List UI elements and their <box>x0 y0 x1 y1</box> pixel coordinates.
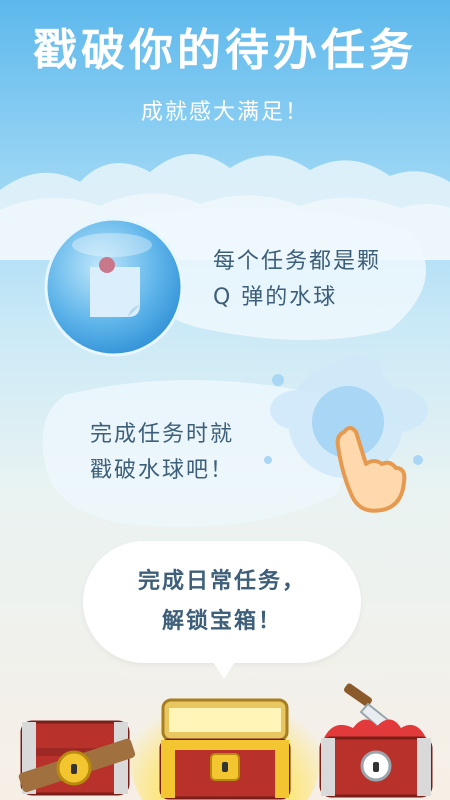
speech-line2: 解锁宝箱！ <box>161 609 282 634</box>
chest-knife-icon[interactable] <box>313 682 438 800</box>
water-bubble <box>44 217 184 357</box>
speech-line1: 完成日常任务， <box>137 569 306 594</box>
feature-bubble-line2: Q 弹的水球 <box>213 285 338 310</box>
pointing-hand-icon <box>335 426 407 513</box>
feature-pop-line1: 完成任务时就 <box>90 422 235 447</box>
speech-text: 完成日常任务， 解锁宝箱！ <box>83 562 361 642</box>
page-title: 戳破你的待办任务 <box>33 25 417 76</box>
pin-icon <box>99 257 115 273</box>
feature-pop-line2: 戳破水球吧！ <box>90 458 235 483</box>
feature-bubble-line1: 每个任务都是颗 <box>213 249 382 274</box>
feature-pop-text: 完成任务时就 戳破水球吧！ <box>90 417 234 489</box>
feature-bubble-text: 每个任务都是颗 Q 弹的水球 <box>213 244 381 316</box>
note-icon <box>90 267 140 317</box>
chest-locked-icon[interactable] <box>14 712 136 800</box>
chest-open-icon[interactable] <box>155 692 295 800</box>
